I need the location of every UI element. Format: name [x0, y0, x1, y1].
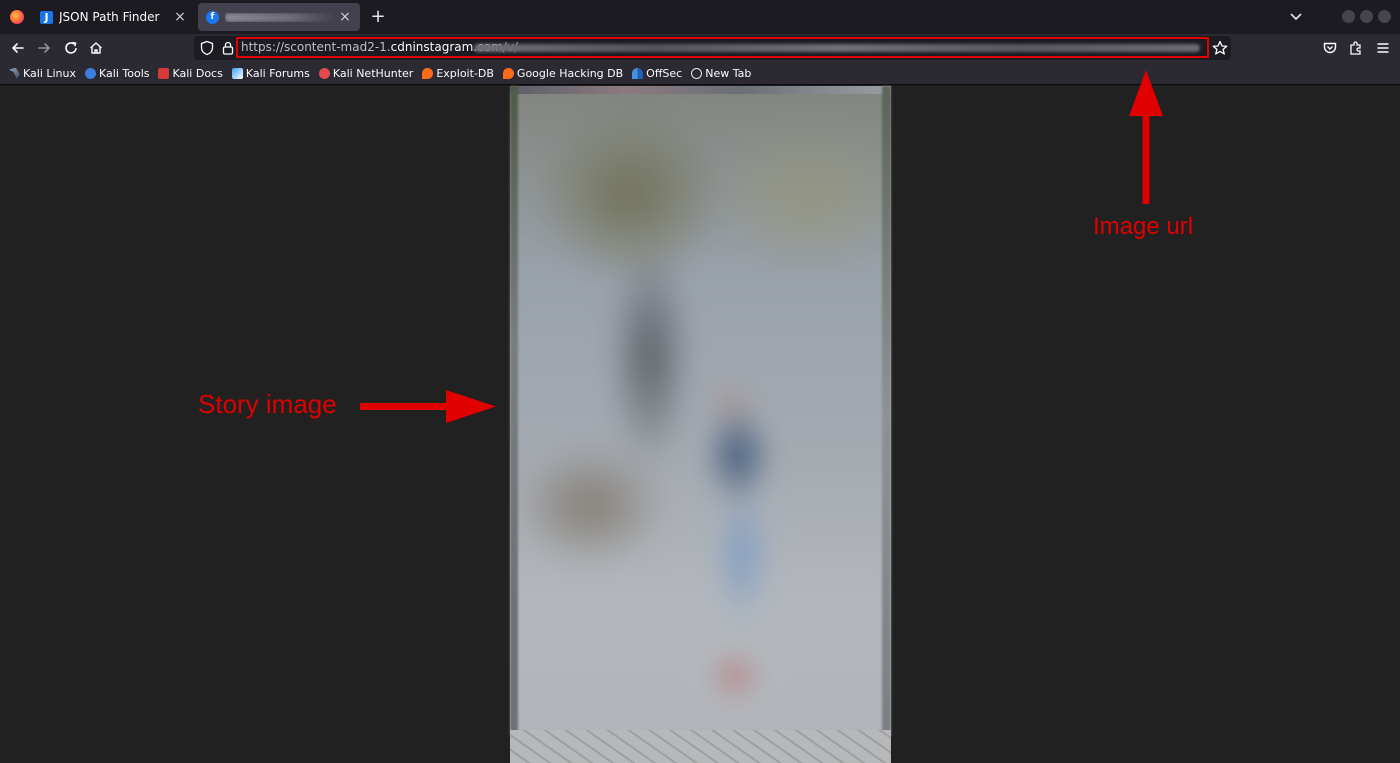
- tab-title: JSON Path Finder: [59, 10, 160, 24]
- story-image-right-edge: [882, 86, 891, 736]
- pocket-icon[interactable]: [1320, 38, 1340, 58]
- bookmark-kali-linux[interactable]: Kali Linux: [9, 67, 76, 80]
- back-icon[interactable]: [8, 38, 28, 58]
- bookmark-label: Kali Linux: [23, 66, 77, 80]
- globe-icon: [691, 67, 703, 79]
- bookmark-label: Kali Tools: [99, 66, 150, 80]
- google-hacking-db-icon: [502, 67, 514, 79]
- firefox-menu-icon[interactable]: [4, 4, 30, 30]
- story-image-blurred-photo: [510, 86, 891, 763]
- kali-forums-icon: [231, 67, 243, 79]
- kali-nethunter-icon: [318, 67, 330, 79]
- story-image-left-edge: [510, 86, 518, 736]
- close-tab-icon[interactable]: ×: [338, 9, 352, 25]
- kali-docs-icon: [158, 67, 170, 79]
- close-tab-icon[interactable]: ×: [173, 9, 187, 25]
- forward-icon[interactable]: [34, 38, 54, 58]
- bookmark-offsec[interactable]: OffSec: [632, 67, 682, 80]
- tab-title-redacted: [225, 12, 338, 22]
- bookmark-kali-tools[interactable]: Kali Tools: [85, 67, 149, 80]
- list-all-tabs-icon[interactable]: [1288, 8, 1304, 24]
- bookmark-label: Kali Docs: [172, 66, 223, 80]
- tab-strip: J JSON Path Finder × f × +: [0, 0, 1400, 34]
- tracking-protection-shield-icon[interactable]: [198, 39, 216, 57]
- tab-instagram-image[interactable]: f ×: [198, 3, 360, 31]
- bookmark-google-hacking-db[interactable]: Google Hacking DB: [502, 66, 624, 80]
- json-path-finder-icon: J: [40, 10, 53, 24]
- bookmark-kali-docs[interactable]: Kali Docs: [158, 66, 223, 80]
- story-image-pavement: [510, 730, 891, 763]
- bookmark-label: Google Hacking DB: [516, 66, 624, 80]
- bookmark-label: Kali Forums: [245, 66, 310, 80]
- close-window-icon[interactable]: [1378, 10, 1391, 23]
- bookmark-new-tab[interactable]: New Tab: [691, 67, 751, 80]
- bookmark-label: Kali NetHunter: [332, 66, 414, 80]
- reload-icon[interactable]: [61, 38, 81, 58]
- bookmark-label: OffSec: [646, 66, 683, 80]
- bookmark-kali-forums[interactable]: Kali Forums: [231, 66, 310, 80]
- annotation-story-image-label: Story image: [198, 389, 337, 419]
- bookmark-label: Exploit-DB: [436, 66, 494, 80]
- home-icon[interactable]: [86, 38, 106, 58]
- tab-json-path-finder[interactable]: J JSON Path Finder ×: [32, 3, 195, 31]
- facebook-icon: f: [206, 10, 219, 24]
- new-tab-button[interactable]: +: [368, 6, 388, 28]
- app-menu-icon[interactable]: [1373, 38, 1393, 58]
- window-controls: [1342, 10, 1391, 23]
- annotation-image-url-label: Image url: [1093, 213, 1194, 240]
- kali-tools-icon: [85, 67, 97, 79]
- annotation-arrow-right: [360, 390, 496, 423]
- minimize-icon[interactable]: [1342, 10, 1355, 23]
- maximize-icon[interactable]: [1360, 10, 1373, 23]
- lock-icon[interactable]: [219, 39, 237, 57]
- bookmarks-toolbar: Kali Linux Kali Tools Kali Docs Kali For…: [0, 62, 1400, 85]
- url-highlight-box: [236, 37, 1209, 58]
- bookmark-star-icon[interactable]: [1210, 38, 1230, 58]
- bookmark-exploit-db[interactable]: Exploit-DB: [422, 67, 494, 80]
- story-image[interactable]: [510, 86, 891, 763]
- exploit-db-icon: [422, 67, 434, 79]
- extensions-icon[interactable]: [1346, 38, 1366, 58]
- offsec-icon: [632, 67, 644, 79]
- bookmark-kali-nethunter[interactable]: Kali NetHunter: [318, 66, 414, 80]
- story-image-top-edge: [510, 86, 891, 94]
- annotation-arrow-up: [1129, 70, 1163, 204]
- kali-linux-icon: [9, 67, 20, 79]
- bookmark-label: New Tab: [705, 66, 752, 80]
